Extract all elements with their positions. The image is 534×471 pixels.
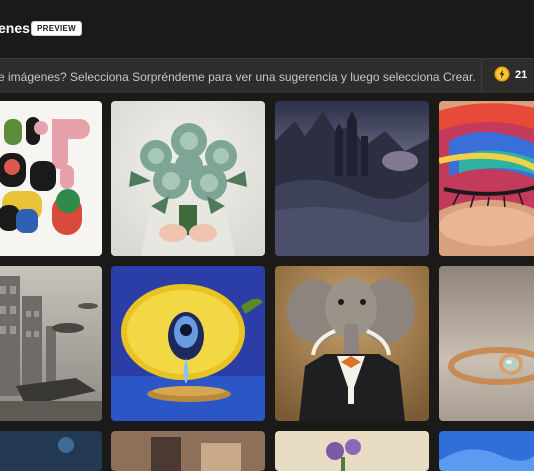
bottom-row-image-2[interactable] — [111, 431, 265, 471]
header-bar: enes PREVIEW — [0, 0, 534, 58]
boost-coin-icon — [494, 66, 510, 82]
elephant-tuxedo-image[interactable] — [275, 266, 429, 421]
prompt-placeholder: e imágenes? Selecciona Sorpréndeme para … — [0, 70, 476, 84]
page-title: enes — [0, 20, 30, 36]
dark-castle-landscape-image[interactable] — [275, 101, 429, 256]
bottom-row-image-4[interactable] — [439, 431, 534, 471]
preview-badge: PREVIEW — [31, 21, 82, 36]
prompt-divider — [481, 59, 482, 93]
prompt-input[interactable]: e imágenes? Selecciona Sorpréndeme para … — [0, 58, 534, 94]
abstract-shapes-image[interactable] — [0, 101, 102, 256]
colorful-eye-makeup-image[interactable] — [439, 101, 534, 256]
lemon-eye-image[interactable] — [111, 266, 265, 421]
futuristic-city-image[interactable] — [0, 266, 102, 421]
bottom-row-image-3[interactable] — [275, 431, 429, 471]
boost-count: 21 — [515, 69, 528, 81]
gold-ring-image[interactable] — [439, 266, 534, 421]
image-gallery — [0, 93, 534, 471]
succulent-bouquet-image[interactable] — [111, 101, 265, 256]
bottom-row-image-1[interactable] — [0, 431, 102, 471]
boosts-indicator[interactable]: 21 — [494, 66, 534, 86]
